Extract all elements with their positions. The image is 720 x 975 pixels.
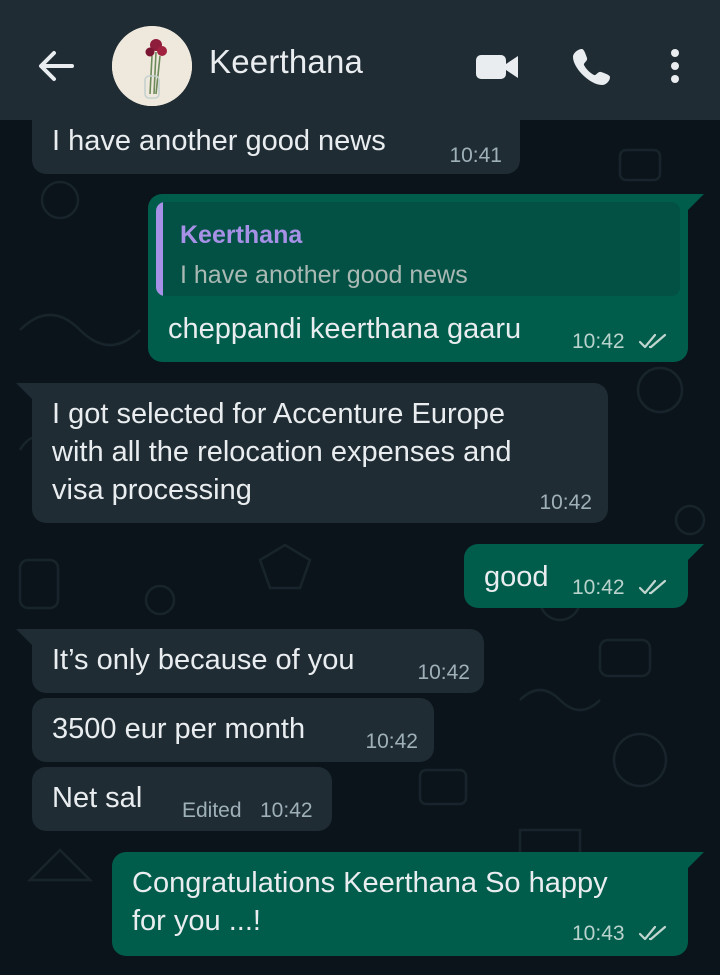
- message-line: Congratulations Keerthana So happy: [132, 867, 608, 899]
- message-time: 10:42: [539, 491, 592, 514]
- message-time: 10:43: [572, 922, 625, 945]
- chat-header: Keerthana: [0, 0, 720, 120]
- message-text: cheppandi keerthana gaaru: [168, 313, 522, 345]
- message-text: good: [484, 561, 549, 593]
- video-call-icon[interactable]: [472, 44, 522, 88]
- message-time: 10:42: [417, 661, 470, 684]
- flower-vase-icon: [112, 26, 192, 106]
- message-text: Net sal: [52, 782, 143, 814]
- message-line: I got selected for Accenture Europe: [52, 398, 505, 430]
- quote-text: I have another good news: [180, 261, 468, 289]
- bubble-tail: [686, 194, 704, 212]
- outgoing-reply-message[interactable]: Keerthana I have another good news chepp…: [148, 194, 704, 362]
- message-line: visa processing: [52, 474, 252, 506]
- message-time: 10:42: [572, 330, 625, 353]
- more-options-icon[interactable]: [660, 44, 690, 88]
- bubble-tail: [16, 383, 34, 401]
- message-time: 10:42: [365, 730, 418, 753]
- outgoing-message[interactable]: Congratulations Keerthana So happy for y…: [112, 852, 704, 956]
- incoming-message[interactable]: 3500 eur per month 10:42: [32, 698, 434, 762]
- contact-name[interactable]: Keerthana: [209, 43, 363, 81]
- edited-label: Edited: [182, 799, 242, 822]
- message-text: 3500 eur per month: [52, 713, 306, 745]
- incoming-message[interactable]: It’s only because of you 10:42: [16, 629, 484, 693]
- contact-avatar[interactable]: [112, 26, 192, 106]
- quote-author: Keerthana: [180, 221, 303, 249]
- read-receipt-icon: [638, 579, 667, 595]
- bubble-tail: [686, 544, 704, 562]
- quote-accent-bar: [156, 202, 163, 296]
- bubble-tail: [16, 629, 34, 647]
- voice-call-icon[interactable]: [570, 44, 614, 88]
- back-arrow-icon[interactable]: [34, 44, 78, 88]
- message-time: 10:42: [260, 799, 313, 822]
- outgoing-message[interactable]: good 10:42: [464, 544, 704, 608]
- read-receipt-icon: [638, 333, 667, 349]
- read-receipt-icon: [638, 925, 667, 941]
- incoming-message[interactable]: I got selected for Accenture Europe with…: [16, 383, 608, 523]
- message-line: with all the relocation expenses and: [52, 436, 512, 468]
- message-text: It’s only because of you: [52, 644, 355, 676]
- message-text: I have another good news: [52, 125, 386, 157]
- bubble-tail: [686, 852, 704, 870]
- message-line: for you ...!: [132, 905, 261, 937]
- quoted-message[interactable]: Keerthana I have another good news: [156, 202, 680, 296]
- message-time: 10:42: [572, 576, 625, 599]
- incoming-edited-message[interactable]: Net sal Edited 10:42: [32, 767, 332, 831]
- message-time: 10:41: [449, 144, 502, 167]
